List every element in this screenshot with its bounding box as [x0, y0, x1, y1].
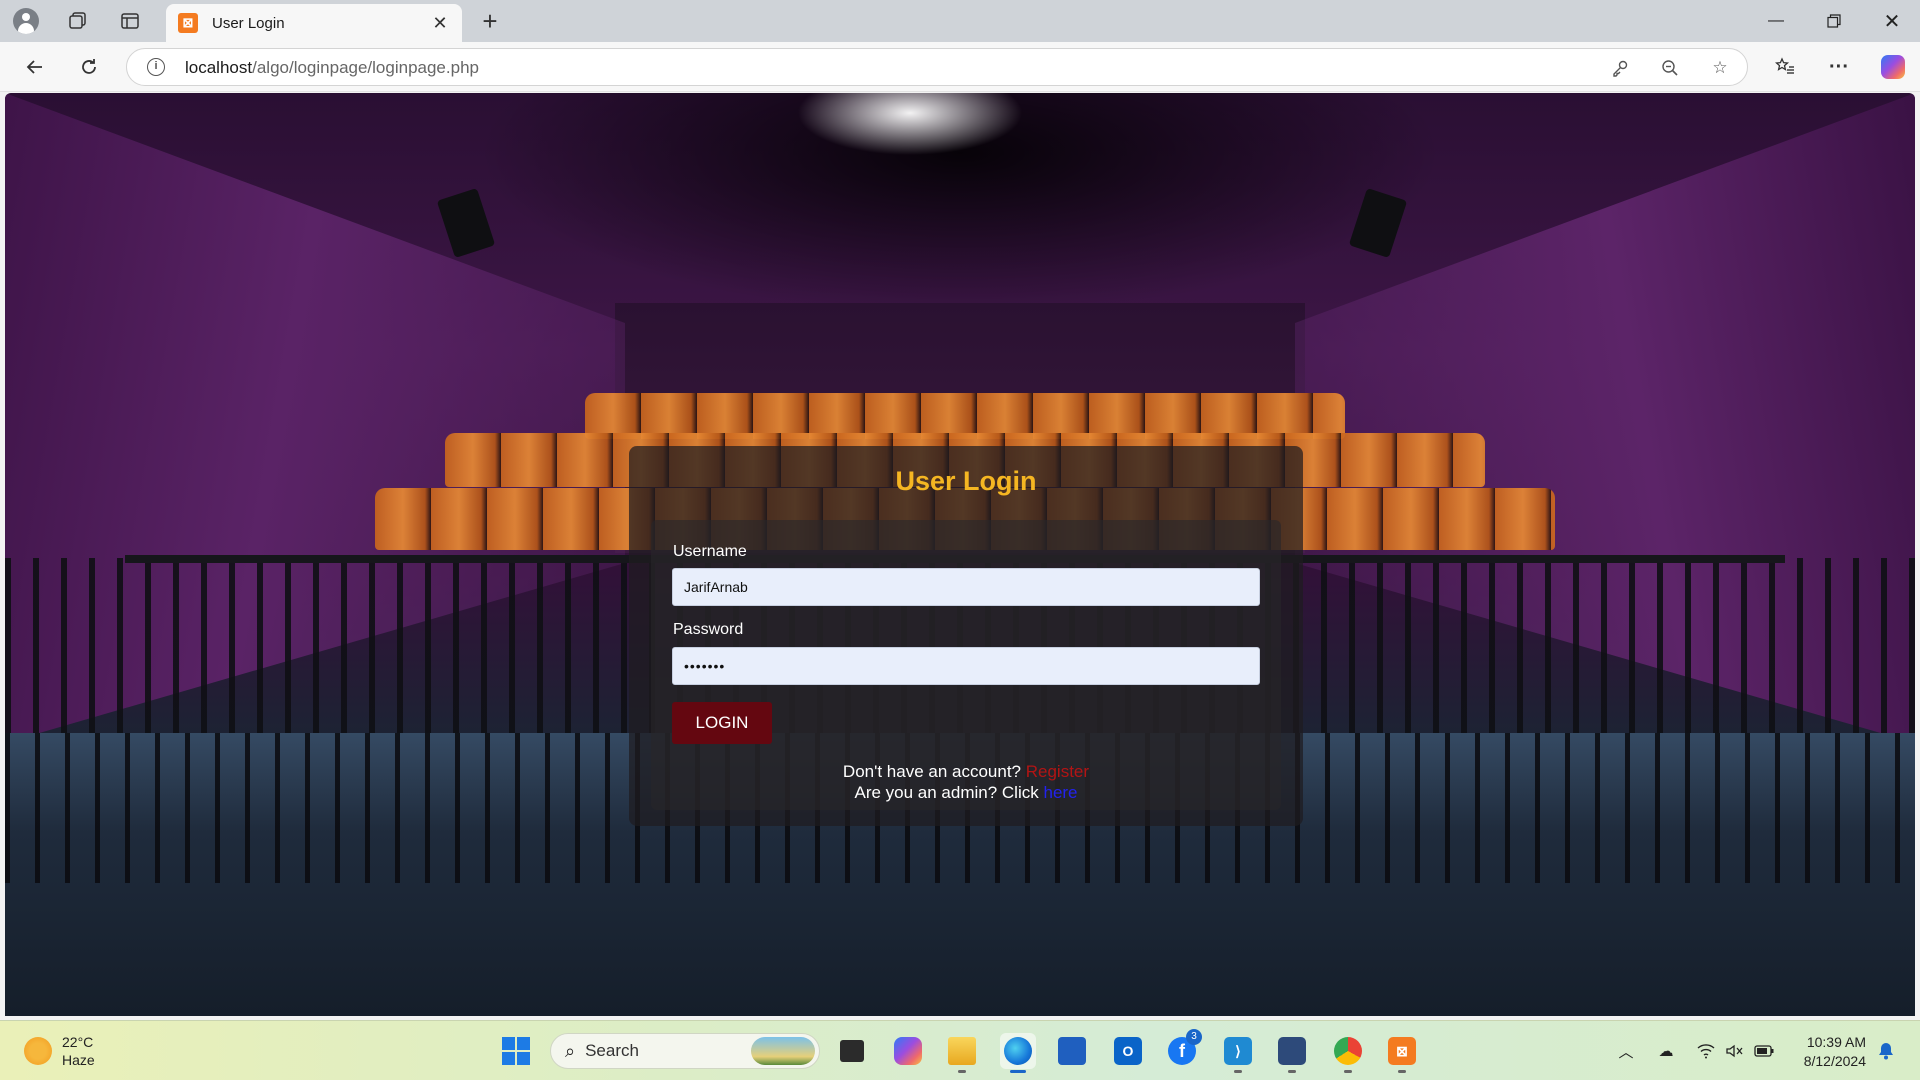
- weather-widget[interactable]: 22°C Haze: [24, 1031, 95, 1071]
- copilot-button[interactable]: [890, 1033, 926, 1069]
- battery-icon[interactable]: [1752, 1039, 1776, 1063]
- close-window-icon[interactable]: ✕: [1864, 0, 1920, 42]
- copilot-icon[interactable]: [1876, 50, 1910, 84]
- admin-prompt: Are you an admin? Click: [854, 783, 1039, 802]
- edge-button[interactable]: [1000, 1033, 1036, 1073]
- login-card: User Login Username Password LOGIN Don't…: [629, 446, 1303, 826]
- info-icon[interactable]: i: [147, 58, 165, 76]
- search-icon: ⌕: [565, 1040, 576, 1061]
- wifi-icon[interactable]: [1694, 1039, 1718, 1063]
- edge-icon: [1004, 1037, 1032, 1065]
- xampp-icon: ⊠: [1388, 1037, 1416, 1065]
- outlook-icon: O: [1114, 1037, 1142, 1065]
- taskbar: 22°C Haze ⌕ Search O f 3 ⟩ ⊠ ︿ ☁ 10:39 A…: [0, 1020, 1920, 1080]
- vscode-icon: ⟩: [1224, 1037, 1252, 1065]
- password-label: Password: [673, 621, 744, 638]
- favorites-icon[interactable]: [1768, 50, 1802, 84]
- active-indicator: [1010, 1070, 1026, 1073]
- register-prompt: Don't have an account?: [842, 762, 1022, 781]
- running-indicator: [1344, 1070, 1352, 1073]
- running-indicator: [1234, 1070, 1242, 1073]
- page-viewport: User Login Username Password LOGIN Don't…: [5, 93, 1915, 1016]
- folder-icon: [948, 1037, 976, 1065]
- workspaces-icon[interactable]: [62, 6, 94, 36]
- onedrive-icon[interactable]: ☁: [1654, 1039, 1678, 1063]
- more-icon[interactable]: ···: [1822, 50, 1856, 84]
- restore-icon[interactable]: [1806, 0, 1862, 42]
- outlook-button[interactable]: O: [1110, 1033, 1146, 1069]
- login-footer: Don't have an account? Register Are you …: [629, 761, 1303, 803]
- login-title: User Login: [895, 466, 1037, 496]
- new-tab-icon[interactable]: +: [474, 6, 506, 36]
- close-icon[interactable]: ✕: [430, 13, 450, 34]
- admin-link[interactable]: here: [1043, 783, 1077, 802]
- notification-badge: 3: [1186, 1029, 1202, 1045]
- login-button[interactable]: LOGIN: [672, 702, 772, 744]
- url-text[interactable]: localhost/algo/loginpage/loginpage.php: [185, 58, 479, 78]
- task-view-icon: [840, 1040, 864, 1062]
- weather-desc: Haze: [62, 1052, 95, 1068]
- profile-icon[interactable]: [10, 6, 42, 36]
- background-speaker: [436, 187, 496, 259]
- tab-actions-icon[interactable]: [114, 6, 146, 36]
- favorite-star-icon[interactable]: ☆: [1707, 55, 1733, 81]
- back-icon[interactable]: [18, 50, 52, 84]
- url-path: /algo/loginpage/loginpage.php: [252, 58, 479, 77]
- xampp-button[interactable]: ⊠: [1384, 1033, 1420, 1073]
- search-placeholder: Search: [585, 1041, 639, 1060]
- running-indicator: [1288, 1070, 1296, 1073]
- running-indicator: [1398, 1070, 1406, 1073]
- vscode-button[interactable]: ⟩: [1220, 1033, 1256, 1073]
- chrome-icon: [1334, 1037, 1362, 1065]
- virtualbox-button[interactable]: [1274, 1033, 1310, 1073]
- weather-text: 22°C Haze: [62, 1033, 95, 1069]
- admin-line: Are you an admin? Click here: [629, 782, 1303, 803]
- microsoft-store-button[interactable]: [1054, 1033, 1090, 1069]
- reload-icon[interactable]: [72, 50, 106, 84]
- store-icon: [1058, 1037, 1086, 1065]
- file-explorer-button[interactable]: [944, 1033, 980, 1073]
- task-view-button[interactable]: [834, 1033, 870, 1069]
- weather-haze-icon: [24, 1037, 52, 1065]
- notification-bell-icon[interactable]: [1874, 1039, 1898, 1063]
- register-line: Don't have an account? Register: [629, 761, 1303, 782]
- weather-temp: 22°C: [62, 1034, 94, 1050]
- chevron-up-icon[interactable]: ︿: [1614, 1039, 1638, 1063]
- password-input[interactable]: [672, 647, 1260, 685]
- clock-date: 8/12/2024: [1803, 1053, 1866, 1069]
- volume-muted-icon[interactable]: [1722, 1039, 1746, 1063]
- chrome-button[interactable]: [1330, 1033, 1366, 1073]
- minimize-icon[interactable]: —: [1748, 0, 1804, 42]
- register-link[interactable]: Register: [1026, 762, 1089, 781]
- browser-nav-bar: i localhost/algo/loginpage/loginpage.php…: [0, 42, 1920, 92]
- search-highlight-image: [751, 1037, 815, 1065]
- virtualbox-icon: [1278, 1037, 1306, 1065]
- start-button[interactable]: [498, 1033, 534, 1069]
- zoom-out-icon[interactable]: [1657, 55, 1683, 81]
- system-clock[interactable]: 10:39 AM 8/12/2024: [1790, 1033, 1866, 1071]
- taskbar-search[interactable]: ⌕ Search: [550, 1033, 820, 1069]
- key-icon[interactable]: [1607, 55, 1633, 81]
- tab-title: User Login: [212, 14, 285, 32]
- background-speaker: [1348, 187, 1408, 259]
- facebook-button[interactable]: f 3: [1164, 1029, 1202, 1069]
- clock-time: 10:39 AM: [1806, 1034, 1866, 1050]
- running-indicator: [958, 1070, 966, 1073]
- url-host: localhost: [185, 58, 253, 77]
- username-label: Username: [673, 543, 747, 560]
- address-bar[interactable]: i localhost/algo/loginpage/loginpage.php…: [126, 48, 1748, 86]
- tab-user-login[interactable]: ⊠ User Login ✕: [166, 4, 462, 42]
- xampp-favicon-icon: ⊠: [178, 13, 198, 33]
- browser-tab-bar: ⊠ User Login ✕ + — ✕: [0, 0, 1920, 42]
- copilot-icon: [894, 1037, 922, 1065]
- username-input[interactable]: [672, 568, 1260, 606]
- windows-logo-icon: [502, 1037, 530, 1065]
